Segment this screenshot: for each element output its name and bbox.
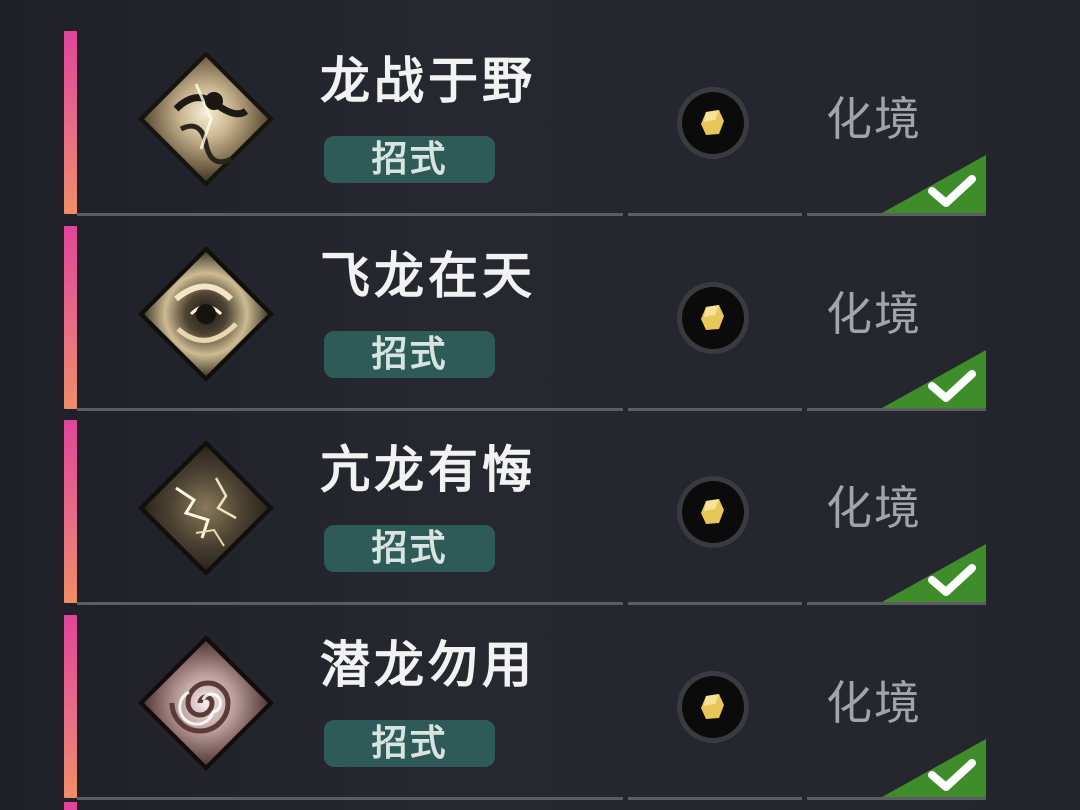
lightning-dragon-skill-icon[interactable] [136, 438, 276, 578]
row-divider [77, 213, 986, 216]
skill-row[interactable]: 龙战于野 招式 化境 [64, 29, 986, 216]
mastery-level-label: 化境 [826, 481, 922, 535]
divider-notch [802, 602, 807, 605]
gold-nugget-icon [674, 84, 752, 162]
gold-nugget-icon [674, 279, 752, 357]
divider-notch [802, 213, 807, 216]
skill-name: 亢龙有悔 [320, 440, 536, 499]
next-row-accent-peek [64, 802, 77, 810]
rarity-accent-bar [64, 615, 77, 798]
skill-type-tag: 招式 [324, 525, 495, 572]
skill-type-tag: 招式 [324, 136, 495, 183]
gold-nugget-icon [674, 473, 752, 551]
skill-panel: 龙战于野 招式 化境 飞龙在天 招式 化境 亢龙有悔 招式 化境 潜龙勿用 招式… [0, 0, 1080, 810]
skill-name: 潜龙勿用 [320, 635, 536, 694]
mastery-level-label: 化境 [826, 92, 922, 146]
check-icon [882, 350, 986, 408]
skill-list: 龙战于野 招式 化境 飞龙在天 招式 化境 亢龙有悔 招式 化境 潜龙勿用 招式… [0, 0, 1080, 810]
divider-notch [623, 408, 628, 411]
divider-notch [623, 797, 628, 800]
rarity-accent-bar [64, 420, 77, 603]
skill-type-tag: 招式 [324, 331, 495, 378]
flying-dragon-skill-icon[interactable] [136, 244, 276, 384]
swirl-dragon-skill-icon[interactable] [136, 633, 276, 773]
check-icon [882, 739, 986, 797]
row-divider [77, 408, 986, 411]
rarity-accent-bar [64, 31, 77, 214]
skill-row[interactable]: 亢龙有悔 招式 化境 [64, 418, 986, 605]
divider-notch [623, 213, 628, 216]
skill-row[interactable]: 潜龙勿用 招式 化境 [64, 613, 986, 800]
skill-name: 飞龙在天 [320, 246, 536, 305]
check-icon [882, 544, 986, 602]
skill-row[interactable]: 飞龙在天 招式 化境 [64, 224, 986, 411]
divider-notch [623, 602, 628, 605]
mastery-level-label: 化境 [826, 676, 922, 730]
dragon-storm-skill-icon[interactable] [136, 49, 276, 189]
skill-name: 龙战于野 [320, 51, 536, 110]
divider-notch [802, 797, 807, 800]
gold-nugget-icon [674, 668, 752, 746]
rarity-accent-bar [64, 226, 77, 409]
mastery-level-label: 化境 [826, 287, 922, 341]
divider-notch [802, 408, 807, 411]
skill-type-tag: 招式 [324, 720, 495, 767]
row-divider [77, 797, 986, 800]
row-divider [77, 602, 986, 605]
check-icon [882, 155, 986, 213]
